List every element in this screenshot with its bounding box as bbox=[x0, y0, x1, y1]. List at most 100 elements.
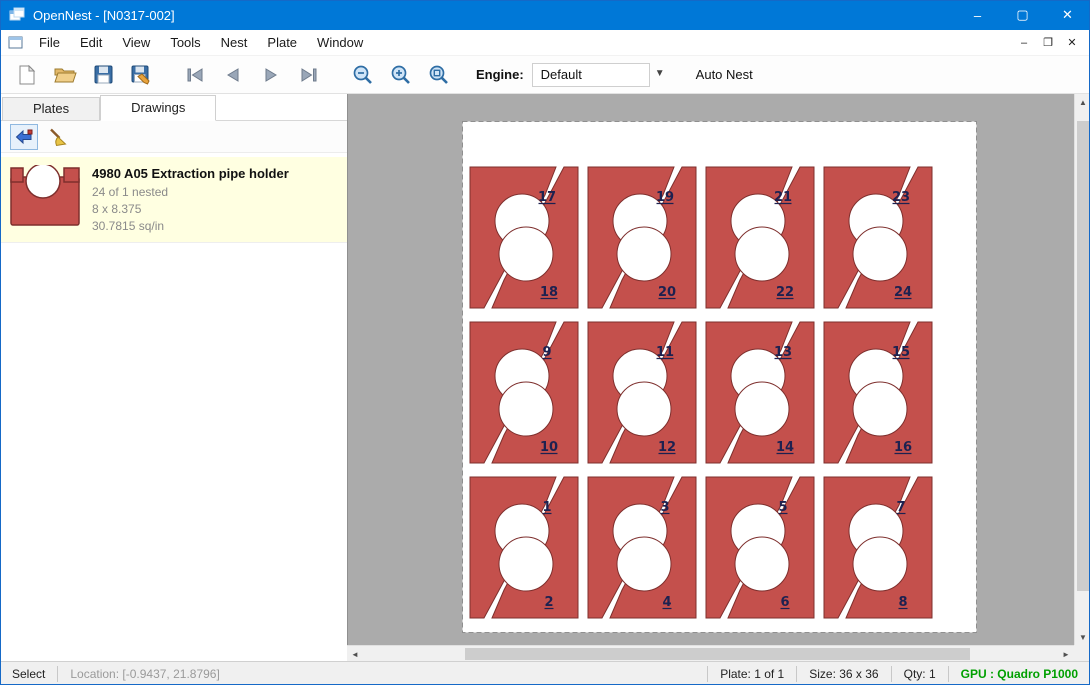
zoom-out-button[interactable] bbox=[346, 59, 380, 91]
status-size: Size: 36 x 36 bbox=[796, 666, 890, 682]
mdi-minimize-button[interactable]: – bbox=[1012, 32, 1036, 54]
return-to-plates-button[interactable] bbox=[10, 124, 38, 150]
svg-text:10: 10 bbox=[540, 440, 558, 455]
engine-label: Engine: bbox=[476, 67, 524, 82]
svg-text:5: 5 bbox=[778, 500, 787, 515]
svg-text:17: 17 bbox=[538, 190, 556, 205]
svg-text:2: 2 bbox=[544, 595, 553, 610]
menu-item-view[interactable]: View bbox=[112, 31, 160, 54]
part-thumbnail bbox=[0, 165, 92, 235]
maximize-button[interactable]: ▢ bbox=[1000, 0, 1045, 30]
menu-item-tools[interactable]: Tools bbox=[160, 31, 210, 54]
close-button[interactable]: ✕ bbox=[1045, 0, 1090, 30]
nav-last-button[interactable] bbox=[292, 59, 326, 91]
save-button[interactable] bbox=[86, 59, 120, 91]
menu-item-file[interactable]: File bbox=[29, 31, 70, 54]
part-pair[interactable]: 13 14 bbox=[706, 322, 814, 463]
nest-canvas[interactable]: 171819202122232491011121314151612345678 bbox=[347, 94, 1074, 645]
part-pair[interactable]: 910 bbox=[470, 322, 578, 463]
zoom-fit-button[interactable] bbox=[422, 59, 456, 91]
svg-text:1: 1 bbox=[542, 500, 551, 515]
svg-text:11: 11 bbox=[656, 345, 674, 360]
part-pair[interactable]: 2324 bbox=[824, 167, 932, 308]
vertical-scroll-thumb[interactable] bbox=[1077, 121, 1089, 591]
new-button[interactable] bbox=[10, 59, 44, 91]
drawing-list-item[interactable]: 4980 A05 Extraction pipe holder 24 of 1 … bbox=[0, 157, 347, 243]
status-plate: Plate: 1 of 1 bbox=[707, 666, 796, 682]
part-pair[interactable]: 56 bbox=[706, 477, 814, 618]
part-pair[interactable]: 78 bbox=[824, 477, 932, 618]
save-as-icon bbox=[131, 65, 152, 85]
menu-item-window[interactable]: Window bbox=[307, 31, 373, 54]
mdi-restore-button[interactable]: ❐ bbox=[1036, 32, 1060, 54]
mdi-close-button[interactable]: ✕ bbox=[1060, 32, 1084, 54]
svg-text:22: 22 bbox=[776, 285, 794, 300]
svg-text:21: 21 bbox=[774, 190, 792, 205]
plate-sheet[interactable]: 171819202122232491011121314151612345678 bbox=[462, 121, 977, 633]
horizontal-scroll-thumb[interactable] bbox=[465, 648, 970, 660]
drawing-dimensions: 8 x 8.375 bbox=[92, 201, 289, 218]
zoom-in-button[interactable] bbox=[384, 59, 418, 91]
panel-tabs: Plates Drawings bbox=[0, 94, 347, 121]
part-pair[interactable]: 1112 bbox=[588, 322, 696, 463]
engine-selected-value: Default bbox=[541, 67, 582, 82]
svg-text:6: 6 bbox=[780, 595, 789, 610]
nav-next-button[interactable] bbox=[254, 59, 288, 91]
tab-plates[interactable]: Plates bbox=[2, 97, 100, 120]
drawing-area: 30.7815 sq/in bbox=[92, 218, 289, 235]
auto-nest-button[interactable]: Auto Nest bbox=[688, 62, 761, 87]
nav-prev-button[interactable] bbox=[216, 59, 250, 91]
svg-text:20: 20 bbox=[658, 285, 676, 300]
svg-text:14: 14 bbox=[776, 440, 794, 455]
svg-text:13: 13 bbox=[774, 345, 792, 360]
nav-prev-icon bbox=[225, 68, 241, 82]
menu-item-plate[interactable]: Plate bbox=[257, 31, 307, 54]
nav-first-button[interactable] bbox=[178, 59, 212, 91]
status-bar: Select Location: [-0.9437, 21.8796] Plat… bbox=[0, 661, 1090, 685]
drawings-toolbar bbox=[0, 121, 347, 153]
horizontal-scrollbar[interactable]: ◄ ► bbox=[347, 645, 1074, 661]
side-panel: Plates Drawings bbox=[0, 94, 347, 661]
tab-drawings[interactable]: Drawings bbox=[100, 95, 216, 121]
title-bar: OpenNest - [N0317-002] – ▢ ✕ bbox=[0, 0, 1090, 30]
vertical-scrollbar[interactable]: ▲ ▼ bbox=[1074, 94, 1090, 645]
menu-bar: File Edit View Tools Nest Plate Window –… bbox=[0, 30, 1090, 56]
scroll-left-icon[interactable]: ◄ bbox=[347, 646, 363, 662]
app-icon bbox=[9, 7, 25, 23]
drawing-nested-count: 24 of 1 nested bbox=[92, 184, 289, 201]
status-location: Location: [-0.9437, 21.8796] bbox=[58, 666, 231, 682]
engine-select[interactable]: Default ▼ bbox=[532, 63, 650, 87]
chevron-down-icon[interactable]: ▼ bbox=[655, 68, 665, 79]
menu-item-edit[interactable]: Edit bbox=[70, 31, 112, 54]
scroll-right-icon[interactable]: ► bbox=[1058, 646, 1074, 662]
part-pair[interactable]: 1718 bbox=[470, 167, 578, 308]
broom-icon bbox=[48, 127, 68, 147]
save-as-button[interactable] bbox=[124, 59, 158, 91]
clean-button[interactable] bbox=[44, 124, 72, 150]
menu-item-nest[interactable]: Nest bbox=[211, 31, 258, 54]
svg-text:8: 8 bbox=[898, 595, 907, 610]
open-folder-icon bbox=[54, 66, 77, 84]
svg-text:3: 3 bbox=[660, 500, 669, 515]
svg-text:24: 24 bbox=[894, 285, 912, 300]
minimize-button[interactable]: – bbox=[955, 0, 1000, 30]
part-pair[interactable]: 1920 bbox=[588, 167, 696, 308]
document-icon[interactable] bbox=[8, 35, 23, 50]
part-pair[interactable]: 21 22 bbox=[706, 167, 814, 308]
svg-text:18: 18 bbox=[540, 285, 558, 300]
scroll-up-icon[interactable]: ▲ bbox=[1075, 94, 1090, 110]
svg-text:7: 7 bbox=[896, 500, 905, 515]
scroll-down-icon[interactable]: ▼ bbox=[1075, 629, 1090, 645]
svg-text:4: 4 bbox=[662, 595, 671, 610]
scrollbar-corner bbox=[1074, 645, 1090, 661]
part-pair[interactable]: 34 bbox=[588, 477, 696, 618]
part-pair[interactable]: 1516 bbox=[824, 322, 932, 463]
svg-text:19: 19 bbox=[656, 190, 674, 205]
part-pair[interactable]: 12 bbox=[470, 477, 578, 618]
window-title: OpenNest - [N0317-002] bbox=[33, 8, 175, 23]
svg-text:16: 16 bbox=[894, 440, 912, 455]
nav-last-icon bbox=[300, 68, 318, 82]
open-button[interactable] bbox=[48, 59, 82, 91]
status-mode: Select bbox=[0, 666, 58, 682]
nav-first-icon bbox=[186, 68, 204, 82]
